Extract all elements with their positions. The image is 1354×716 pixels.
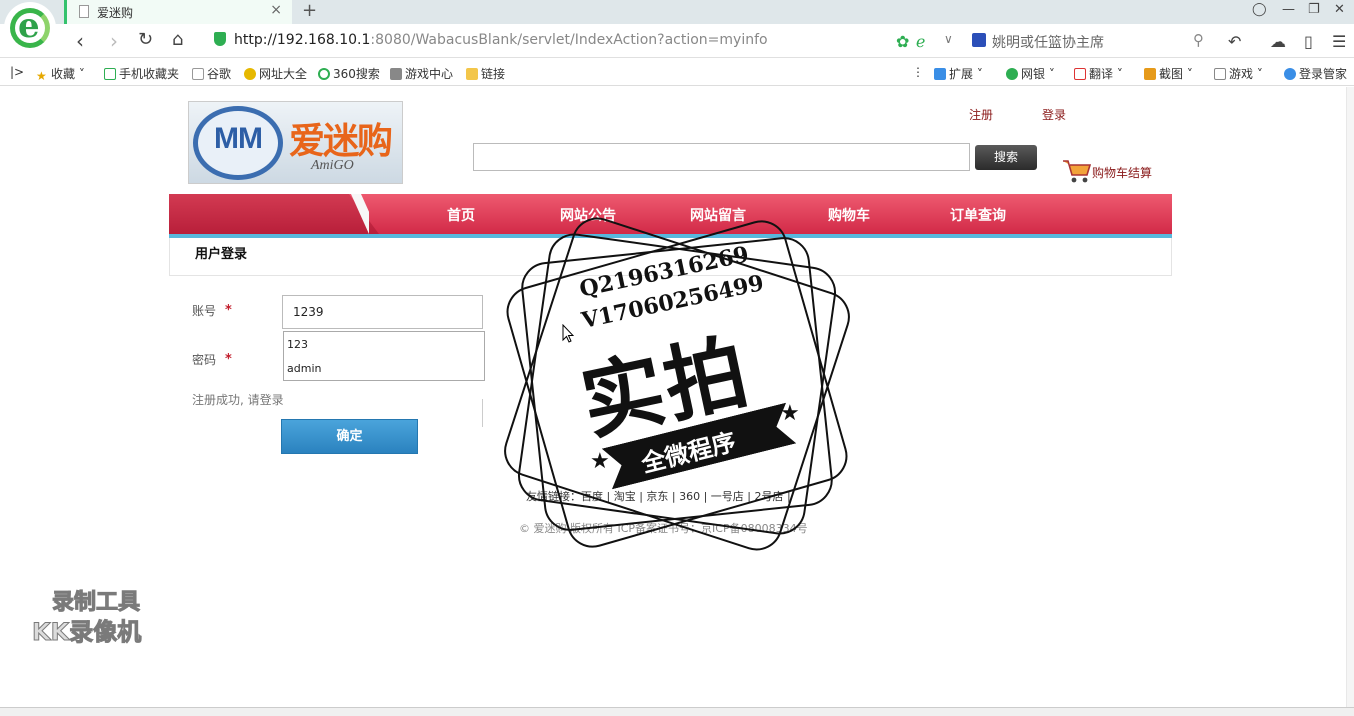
bookmark-game-center[interactable]: 游戏中心 xyxy=(390,65,453,82)
tool-games[interactable]: 游戏 ˅ xyxy=(1214,65,1263,82)
tool-translate[interactable]: 翻译 ˅ xyxy=(1074,65,1123,82)
refresh-speed-icon[interactable]: ✿ xyxy=(896,32,909,51)
menu-icon[interactable]: ☰ xyxy=(1332,32,1346,51)
chevron-down-icon[interactable]: ∨ xyxy=(944,32,953,46)
bookmark-google[interactable]: 谷歌 xyxy=(192,65,231,82)
password-input-edge[interactable] xyxy=(482,399,483,427)
logo-en-text: AmiGO xyxy=(311,158,354,173)
tab-close-icon[interactable]: × xyxy=(270,2,282,18)
nav-order-query[interactable]: 订单查询 xyxy=(950,205,1006,225)
address-bar: ‹ › ↻ ⌂ http://192.168.10.1:8080/Wabacus… xyxy=(0,24,1354,58)
ie-mode-icon[interactable]: ℯ xyxy=(916,32,925,51)
bank-shield-icon xyxy=(1006,68,1018,80)
tool-screenshot[interactable]: 截图 ˅ xyxy=(1144,65,1193,82)
search-engine-box[interactable]: 姚明或任篮协主席 ⚲ xyxy=(970,29,1210,53)
folder-icon xyxy=(466,68,478,80)
site-search-button[interactable]: 搜索 xyxy=(975,145,1037,170)
phone-icon[interactable]: ▯ xyxy=(1304,32,1313,51)
site-logo[interactable]: MM 爱迷购 AmiGO xyxy=(188,101,403,184)
skin-icon[interactable]: ◯ xyxy=(1252,2,1267,17)
stamp-watermark: Q2196316269 V17060256499 实拍 全微程序 ★ ★ xyxy=(497,210,857,558)
bookmark-mobile[interactable]: 手机收藏夹 xyxy=(104,65,179,82)
image-icon xyxy=(1214,68,1226,80)
account-label: 账号 xyxy=(192,304,217,318)
minimize-icon[interactable]: — xyxy=(1282,2,1295,17)
bookmarks-bar: |> ★ 收藏 ˅ 手机收藏夹 谷歌 网址大全 360搜索 游戏中心 链接 ⋮ 扩… xyxy=(0,58,1354,86)
url-text: http://192.168.10.1:8080/WabacusBlank/se… xyxy=(234,32,768,48)
browser-status-bar xyxy=(0,707,1354,716)
back-icon[interactable]: ‹ xyxy=(76,29,84,53)
register-success-message: 注册成功, 请登录 xyxy=(192,393,284,407)
new-tab-button[interactable]: + xyxy=(302,0,317,21)
browser-tab-bar: 爱迷购 × + ◯ — ❐ ✕ xyxy=(0,0,1354,24)
web-page: MM 爱迷购 AmiGO 注册 登录 搜索 购物车结算 首页 网站公告 网站留言… xyxy=(0,87,1354,707)
site-search-input[interactable] xyxy=(473,143,970,171)
nav-home[interactable]: 首页 xyxy=(447,205,475,225)
submit-button[interactable]: 确定 xyxy=(281,419,418,454)
password-label: 密码 xyxy=(192,353,217,367)
search-360-icon xyxy=(318,68,330,80)
user-icon xyxy=(1284,68,1296,80)
logo-cn-text: 爱迷购 xyxy=(289,121,393,162)
tool-netbank[interactable]: 网银 ˅ xyxy=(1006,65,1055,82)
url-input[interactable]: http://192.168.10.1:8080/WabacusBlank/se… xyxy=(208,29,960,53)
tool-extensions[interactable]: 扩展 ˅ xyxy=(934,65,983,82)
reload-icon[interactable]: ↻ xyxy=(138,29,153,50)
maximize-icon[interactable]: ❐ xyxy=(1308,2,1320,17)
star-icon: ★ xyxy=(590,449,610,474)
search-icon[interactable]: ⚲ xyxy=(1193,31,1204,49)
nav-messages[interactable]: 网站留言 xyxy=(690,205,746,225)
bookmark-360-search[interactable]: 360搜索 xyxy=(318,65,380,82)
register-link[interactable]: 注册 xyxy=(969,106,993,123)
bookmark-links[interactable]: 链接 xyxy=(466,65,505,82)
page-icon xyxy=(192,68,204,80)
more-icon[interactable]: ⋮ xyxy=(912,65,924,79)
search-hint: 姚明或任篮协主席 xyxy=(992,35,1104,51)
globe-icon xyxy=(244,68,256,80)
cart-icon xyxy=(1063,160,1092,183)
nav-decor-block xyxy=(169,194,379,234)
gamepad-icon xyxy=(390,68,402,80)
home-icon[interactable]: ⌂ xyxy=(172,29,183,50)
scissors-icon xyxy=(1144,68,1156,80)
close-window-icon[interactable]: ✕ xyxy=(1334,2,1345,17)
baidu-icon xyxy=(972,33,986,47)
page-scrollbar[interactable] xyxy=(1346,87,1354,707)
password-required-mark: * xyxy=(225,352,232,367)
bookmark-favorites[interactable]: ★ 收藏 ˅ xyxy=(36,65,85,83)
login-panel-title: 用户登录 xyxy=(195,247,248,262)
extension-icon xyxy=(934,68,946,80)
star-icon: ★ xyxy=(36,69,47,83)
page-icon xyxy=(79,5,89,18)
autocomplete-dropdown: 123 admin xyxy=(283,331,485,381)
browser-logo-letter: e xyxy=(18,6,40,46)
translate-icon xyxy=(1074,68,1086,80)
nav-cart[interactable]: 购物车 xyxy=(828,205,870,225)
cloud-icon[interactable]: ☁ xyxy=(1270,32,1286,51)
sidebar-toggle-icon[interactable]: |> xyxy=(10,65,24,79)
tab-title: 爱迷购 xyxy=(97,6,134,20)
mouse-cursor-icon xyxy=(562,324,574,343)
star-icon: ★ xyxy=(780,401,800,426)
recorder-watermark: 录制工具 KK录像机 xyxy=(31,584,172,648)
undo-icon[interactable]: ↶ xyxy=(1228,32,1241,51)
account-required-mark: * xyxy=(225,303,232,318)
logo-mm-text: MM xyxy=(214,122,263,155)
login-link[interactable]: 登录 xyxy=(1042,106,1066,123)
autocomplete-item[interactable]: 123 xyxy=(287,338,308,351)
forward-icon[interactable]: › xyxy=(110,29,118,53)
security-shield-icon xyxy=(214,32,226,46)
browser-tab-active[interactable]: 爱迷购 × xyxy=(64,0,292,24)
tool-login-manager[interactable]: 登录管家 xyxy=(1284,65,1347,82)
autocomplete-item[interactable]: admin xyxy=(287,362,321,375)
cart-label: 购物车结算 xyxy=(1092,166,1153,180)
phone-icon xyxy=(104,68,116,80)
browser-logo[interactable]: e xyxy=(4,2,56,54)
recorder-line2: KK录像机 xyxy=(31,618,142,647)
bookmark-directory[interactable]: 网址大全 xyxy=(244,65,307,82)
account-input[interactable]: 1239 xyxy=(282,295,483,329)
